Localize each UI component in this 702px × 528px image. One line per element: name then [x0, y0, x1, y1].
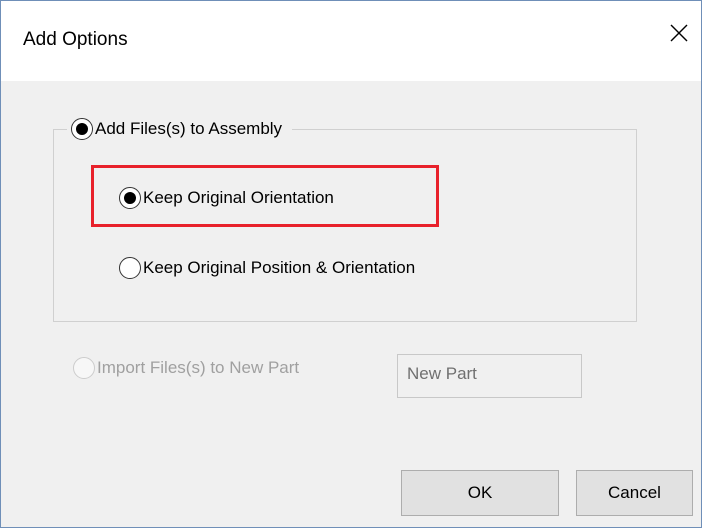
- add-to-assembly-radio-row[interactable]: Add Files(s) to Assembly: [67, 117, 293, 141]
- dialog-title: Add Options: [23, 29, 128, 50]
- add-to-assembly-label: Add Files(s) to Assembly: [95, 119, 283, 138]
- highlight-box: [91, 165, 439, 227]
- close-button[interactable]: [657, 11, 701, 55]
- title-bar: Add Options: [1, 1, 701, 81]
- new-part-name-field: New Part: [397, 354, 582, 398]
- add-to-assembly-radio[interactable]: [71, 118, 93, 140]
- keep-position-orientation-radio[interactable]: [119, 257, 141, 279]
- cancel-button[interactable]: Cancel: [576, 470, 693, 516]
- import-new-part-radio-row: Import Files(s) to New Part: [73, 357, 299, 379]
- keep-position-orientation-radio-row[interactable]: Keep Original Position & Orientation: [119, 257, 415, 279]
- ok-button[interactable]: OK: [401, 470, 559, 516]
- keep-position-orientation-label: Keep Original Position & Orientation: [143, 258, 416, 277]
- import-new-part-radio: [73, 357, 95, 379]
- add-options-dialog: Add Options Add Files(s) to Assembly Kee…: [0, 0, 702, 528]
- import-new-part-label: Import Files(s) to New Part: [97, 358, 300, 377]
- close-icon: [670, 24, 688, 42]
